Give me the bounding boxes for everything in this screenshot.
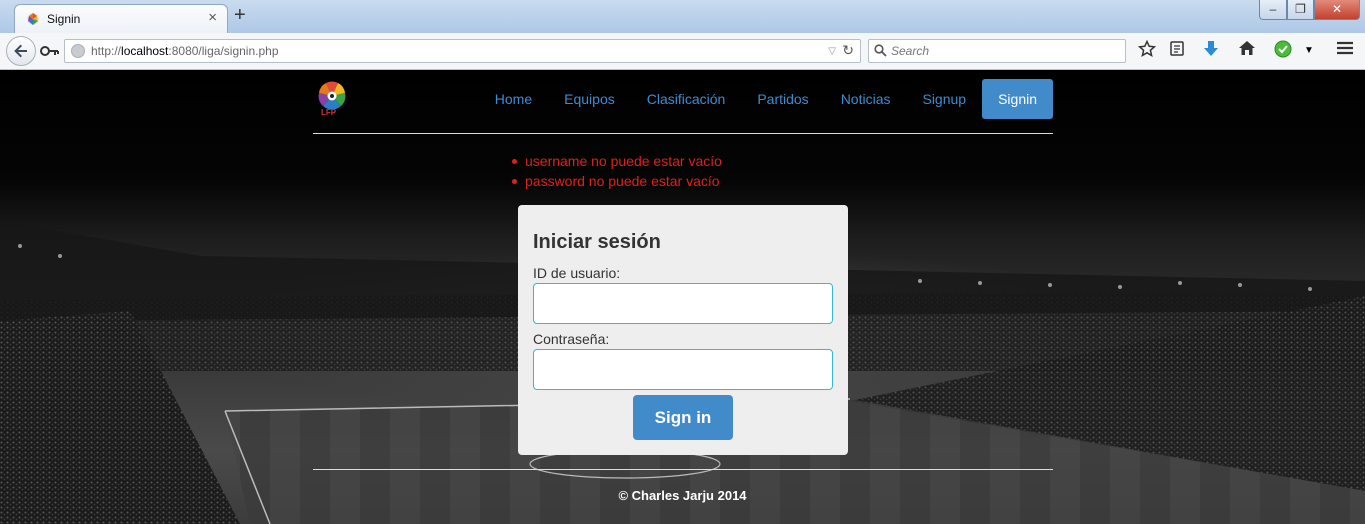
nav-signin[interactable]: Signin xyxy=(982,79,1053,119)
search-icon xyxy=(874,44,887,57)
browser-titlebar: Signin × + – ❐ ✕ xyxy=(0,0,1365,33)
nav-clasificacion[interactable]: Clasificación xyxy=(631,79,742,119)
username-input[interactable] xyxy=(533,283,833,324)
nav-equipos[interactable]: Equipos xyxy=(548,79,631,119)
login-title: Iniciar sesión xyxy=(533,231,661,253)
reload-icon[interactable]: ↻ xyxy=(842,42,854,59)
window-minimize-button[interactable]: – xyxy=(1259,0,1287,20)
window-close-button[interactable]: ✕ xyxy=(1314,0,1360,20)
error-list: username no puede estar vacío password n… xyxy=(511,151,722,191)
bookmark-star-icon[interactable] xyxy=(1136,39,1158,62)
url-prefix: http:// xyxy=(91,44,122,58)
password-label: Contraseña: xyxy=(533,331,610,347)
back-arrow-icon xyxy=(14,44,27,58)
page-content: LFP Home Equipos Clasificación Partidos … xyxy=(0,71,1365,524)
error-message: username no puede estar vacío xyxy=(511,151,722,171)
footer-divider xyxy=(313,469,1053,470)
reading-list-icon[interactable] xyxy=(1166,40,1188,62)
url-text: http://localhost:8080/liga/signin.php xyxy=(91,44,279,58)
liga-favicon-icon xyxy=(27,13,39,25)
addon-check-icon[interactable] xyxy=(1272,40,1294,62)
tab-close-icon[interactable]: × xyxy=(208,9,217,26)
login-form: Iniciar sesión ID de usuario: Contraseña… xyxy=(518,205,848,455)
globe-icon xyxy=(71,44,85,58)
error-message: password no puede estar vacío xyxy=(511,171,722,191)
nav-signup[interactable]: Signup xyxy=(906,79,982,119)
menu-icon[interactable] xyxy=(1334,40,1356,62)
url-dropdown-icon[interactable]: ▽ xyxy=(828,46,836,57)
identity-key-icon[interactable] xyxy=(40,43,60,59)
download-icon[interactable] xyxy=(1200,40,1222,62)
logo-text: LFP xyxy=(321,108,337,117)
home-icon[interactable] xyxy=(1236,40,1258,62)
url-rest: :8080/liga/signin.php xyxy=(168,44,279,58)
password-input[interactable] xyxy=(533,349,833,390)
search-input[interactable] xyxy=(891,41,1121,61)
browser-navbar: http://localhost:8080/liga/signin.php ▽ … xyxy=(0,33,1365,70)
main-nav: Home Equipos Clasificación Partidos Noti… xyxy=(479,79,1053,119)
nav-home[interactable]: Home xyxy=(479,79,548,119)
site-header: LFP Home Equipos Clasificación Partidos … xyxy=(313,71,1053,134)
sign-in-button[interactable]: Sign in xyxy=(633,395,733,440)
url-bar[interactable]: http://localhost:8080/liga/signin.php ▽ … xyxy=(64,39,861,63)
search-bar[interactable] xyxy=(868,39,1126,63)
username-label: ID de usuario: xyxy=(533,265,621,281)
new-tab-icon[interactable]: + xyxy=(234,4,246,26)
footer-copyright: © Charles Jarju 2014 xyxy=(618,488,747,503)
tab-title: Signin xyxy=(47,12,81,26)
nav-partidos[interactable]: Partidos xyxy=(741,79,824,119)
window-maximize-button[interactable]: ❐ xyxy=(1287,0,1314,20)
back-button[interactable] xyxy=(6,36,36,66)
addon-dropdown-icon[interactable]: ▼ xyxy=(1298,40,1320,62)
url-host: localhost xyxy=(121,44,169,58)
nav-noticias[interactable]: Noticias xyxy=(825,79,907,119)
browser-tab[interactable]: Signin × xyxy=(14,4,228,33)
